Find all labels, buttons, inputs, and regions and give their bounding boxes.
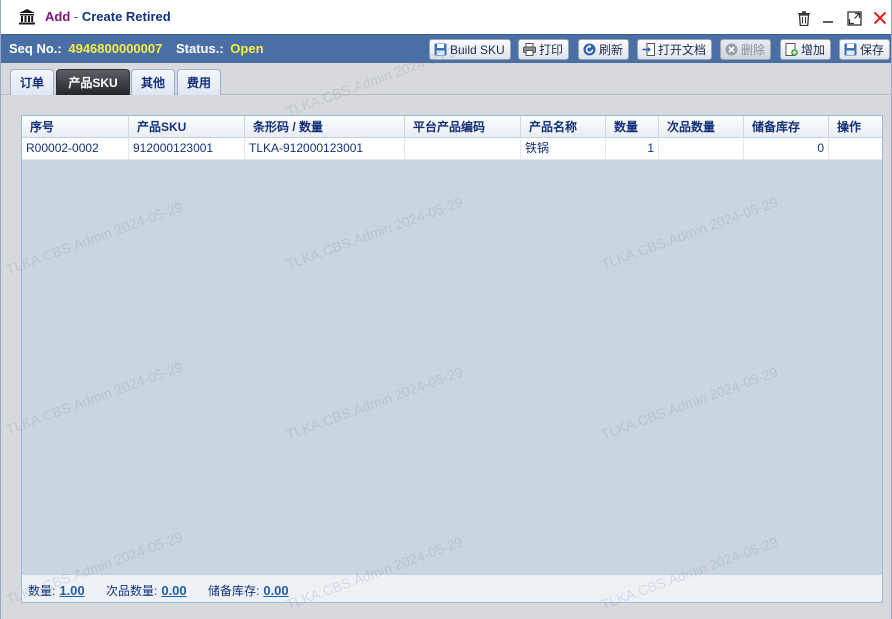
save-button[interactable]: 保存 [839,39,891,60]
cell-defect-qty[interactable] [659,138,744,159]
save-label: 保存 [860,43,885,57]
summary-qty: 数量: 1.00 [28,582,85,599]
grid-summary: 数量: 1.00 次品数量: 0.00 储备库存: 0.00 [22,574,882,602]
cell-sku: 912000123001 [129,138,245,159]
open-document-label: 打开文档 [658,43,707,57]
delete-button[interactable]: 删除 [720,39,772,60]
tab-other[interactable]: 其他 [131,69,175,95]
cell-platform-code [405,138,521,159]
summary-reserve: 储备库存: 0.00 [208,582,289,599]
create-retired-window: Add - Create Retired Seq No.: 4946800000… [0,0,892,619]
table-row[interactable]: R00002-0002 912000123001 TLKA-9120001230… [22,138,882,160]
column-header-product-name[interactable]: 产品名称 [521,116,606,138]
title-separator: - [70,9,82,24]
bank-icon [18,9,36,25]
add-label: 增加 [801,43,826,57]
status-value: Open [230,41,264,56]
summary-reserve-value[interactable]: 0.00 [263,583,288,598]
build-sku-button[interactable]: Build SKU [429,39,511,60]
floppy-disk-icon [434,43,447,56]
cell-barcode: TLKA-912000123001 [245,138,405,159]
summary-qty-label: 数量: [28,584,56,598]
summary-defect: 次品数量: 0.00 [106,582,187,599]
save-icon [844,43,857,56]
add-button[interactable]: 增加 [780,39,832,60]
maximize-icon[interactable] [845,9,863,27]
column-header-seq[interactable]: 序号 [22,116,129,138]
refresh-label: 刷新 [599,43,624,57]
column-header-action[interactable]: 操作 [829,116,882,138]
record-info: Seq No.: 4946800000007 Status.: Open [9,41,264,56]
column-header-platform-code[interactable]: 平台产品编码 [405,116,521,138]
refresh-button[interactable]: 刷新 [578,39,630,60]
status-label: Status.: [175,41,224,56]
close-icon[interactable] [871,9,889,27]
cell-reserve[interactable]: 0 [744,138,829,159]
seq-value: 4946800000007 [68,41,163,56]
tab-product-sku[interactable]: 产品SKU [56,69,130,95]
cell-qty[interactable]: 1 [606,138,659,159]
tab-strip: 订单 产品SKU 其他 费用 [1,63,891,95]
tab-order[interactable]: 订单 [10,69,54,95]
cell-action[interactable] [829,138,882,159]
refresh-icon [583,43,596,56]
seq-label: Seq No.: [9,41,62,56]
tab-content: 序号 产品SKU 条形码 / 数量 平台产品编码 产品名称 数量 次品数量 储备… [1,95,891,619]
printer-icon [523,43,536,56]
column-header-qty[interactable]: 数量 [606,116,659,138]
cell-seq: R00002-0002 [22,138,129,159]
header-toolbar: Seq No.: 4946800000007 Status.: Open Bui… [1,34,891,63]
title-main: Create Retired [81,9,171,24]
cell-product-name: 铁锅 [521,138,606,159]
delete-label: 删除 [741,43,766,57]
minimize-icon[interactable] [819,9,837,27]
delete-circle-icon [725,43,738,56]
column-header-defect-qty[interactable]: 次品数量 [659,116,744,138]
summary-defect-label: 次品数量: [106,584,158,598]
window-title: Add - Create Retired [45,9,171,24]
grid-header: 序号 产品SKU 条形码 / 数量 平台产品编码 产品名称 数量 次品数量 储备… [22,116,882,138]
sku-grid: 序号 产品SKU 条形码 / 数量 平台产品编码 产品名称 数量 次品数量 储备… [21,115,883,603]
column-header-sku[interactable]: 产品SKU [129,116,245,138]
trash-icon[interactable] [795,9,813,27]
open-document-icon [642,43,655,56]
column-header-barcode[interactable]: 条形码 / 数量 [245,116,405,138]
add-document-icon [785,43,798,56]
title-mode: Add [45,9,71,24]
title-bar: Add - Create Retired [1,0,891,34]
tab-fees[interactable]: 费用 [177,69,221,95]
summary-reserve-label: 储备库存: [208,584,260,598]
open-document-button[interactable]: 打开文档 [637,39,713,60]
summary-defect-value[interactable]: 0.00 [161,583,186,598]
summary-qty-value[interactable]: 1.00 [59,583,84,598]
print-button[interactable]: 打印 [518,39,570,60]
column-header-reserve[interactable]: 储备库存 [744,116,829,138]
build-sku-label: Build SKU [450,42,505,57]
print-label: 打印 [539,43,564,57]
